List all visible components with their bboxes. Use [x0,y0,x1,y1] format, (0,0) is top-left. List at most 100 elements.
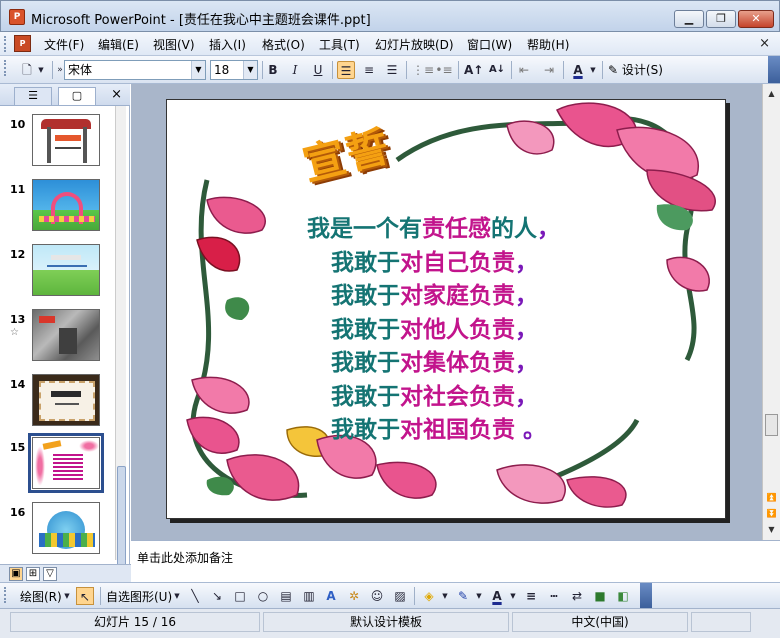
slide-scrollbar-thumb[interactable] [765,414,778,436]
chevron-down-icon[interactable]: ▼ [243,61,257,79]
slide-scrollbar[interactable]: ▲ ⏫ ⏬ ▼ [762,84,780,540]
slide-thumbnail-row[interactable]: 12 [0,244,116,302]
font-color-icon[interactable]: A [488,587,506,605]
panel-scrollbar[interactable] [115,106,126,566]
decrease-font-icon[interactable]: A↓ [488,61,506,79]
normal-view-icon[interactable]: ▣ [9,567,23,581]
dash-style-icon[interactable]: ┅ [545,587,563,605]
new-document-icon[interactable]: 🗋 [18,61,36,79]
clipart-icon[interactable]: ☺ [368,587,386,605]
tab-slides[interactable]: ▢ [58,87,96,105]
underline-button[interactable]: U [309,61,327,79]
scroll-down-icon[interactable]: ▼ [764,522,779,537]
slide-thumbnail-row[interactable]: 10 [0,114,116,172]
line-color-icon[interactable]: ✎ [454,587,472,605]
slide-thumbnail-row[interactable]: 16 [0,502,116,560]
align-left-icon[interactable]: ☰ [337,61,355,79]
line-style-icon[interactable]: ≡ [522,587,540,605]
3d-style-icon[interactable]: ◧ [614,587,632,605]
document-close-icon[interactable]: × [759,36,770,51]
slide-sorter-view-icon[interactable]: ⊞ [26,567,40,581]
draw-menu-button[interactable]: 绘图(R) [20,588,62,605]
font-color-dropdown-icon[interactable]: ▼ [588,61,598,79]
toolbar-grip[interactable] [4,587,7,603]
slide-thumbnail-selected[interactable] [28,433,104,493]
autoshapes-button[interactable]: 自选图形(U) [106,588,172,605]
fill-color-icon[interactable]: ◈ [420,587,438,605]
menu-help[interactable]: 帮助(H) [527,36,569,53]
design-template-status[interactable]: 默认设计模板 [263,612,509,632]
line-tool-icon[interactable]: ╲ [186,587,204,605]
textbox-tool-icon[interactable]: ▤ [277,587,295,605]
menu-view[interactable]: 视图(V) [153,36,195,53]
toolbar-more-icon[interactable]: » [56,61,64,79]
new-dropdown-icon[interactable]: ▼ [36,61,46,79]
menu-file[interactable]: 文件(F) [44,36,84,53]
toolbar-grip[interactable] [4,60,7,76]
font-color-dropdown-icon[interactable]: ▼ [508,587,518,605]
vertical-textbox-icon[interactable]: ▥ [300,587,318,605]
notes-pane[interactable]: 单击此处添加备注 [131,540,780,582]
slide-thumbnail[interactable] [32,374,100,426]
menu-grip[interactable] [4,36,7,52]
font-name-combo[interactable]: 宋体 ▼ [64,60,206,80]
close-button[interactable]: ✕ [738,10,774,28]
panel-close-icon[interactable]: × [111,87,122,102]
notes-placeholder[interactable]: 单击此处添加备注 [137,549,233,566]
panel-scrollbar-thumb[interactable] [117,466,126,566]
increase-indent-icon[interactable]: ⇥ [540,61,558,79]
slide-thumbnail-row[interactable]: 14 [0,374,116,432]
chevron-down-icon[interactable]: ▼ [191,61,205,79]
select-pointer-icon[interactable]: ↖ [76,587,94,605]
minimize-button[interactable]: ▁ [674,10,704,28]
document-icon[interactable]: P [14,35,31,52]
tab-outline[interactable]: ☰ [14,87,52,105]
arrow-tool-icon[interactable]: ↘ [208,587,226,605]
slide-thumbnail[interactable] [32,114,100,166]
slide-thumbnail[interactable] [32,244,100,296]
diagram-icon[interactable]: ✲ [345,587,363,605]
toolbar-options-icon[interactable] [640,583,652,608]
design-button[interactable]: ✎ 设计(S) [608,61,663,78]
fill-dropdown-icon[interactable]: ▼ [440,587,450,605]
increase-font-icon[interactable]: A↑ [464,61,483,79]
menu-tools[interactable]: 工具(T) [319,36,360,53]
menu-slideshow[interactable]: 幻灯片放映(D) [375,36,454,53]
oath-text-box[interactable]: 我是一个有责任感的人， 我敢于对自己负责， 我敢于对家庭负责， 我敢于对他人负责… [307,212,560,447]
rectangle-tool-icon[interactable]: □ [231,587,249,605]
slide-thumbnail-row[interactable]: 15 [0,433,116,495]
slide-thumbnail[interactable] [32,502,100,554]
numbered-list-icon[interactable]: ⋮≡ [412,61,434,79]
slide-thumbnail[interactable] [32,309,100,361]
autoshapes-dropdown-icon[interactable]: ▼ [172,587,182,605]
previous-slide-icon[interactable]: ⏫ [764,490,779,505]
slide-canvas[interactable]: 宣誓 我是一个有责任感的人， 我敢于对自己负责， 我敢于对家庭负责， 我敢于对他… [166,99,726,519]
bold-button[interactable]: B [264,61,282,79]
align-center-icon[interactable]: ≡ [360,61,378,79]
wordart-icon[interactable]: A [322,587,340,605]
toolbar-options-icon[interactable] [768,56,780,83]
draw-dropdown-icon[interactable]: ▼ [62,587,72,605]
maximize-button[interactable]: ❐ [706,10,736,28]
oval-tool-icon[interactable]: ○ [254,587,272,605]
font-color-icon[interactable]: A [569,61,587,79]
arrow-style-icon[interactable]: ⇄ [568,587,586,605]
menu-format[interactable]: 格式(O) [262,36,305,53]
menu-window[interactable]: 窗口(W) [467,36,512,53]
bullet-list-icon[interactable]: •≡ [435,61,453,79]
shadow-style-icon[interactable]: ■ [591,587,609,605]
slide-thumbnail-row[interactable]: 11 [0,179,116,237]
insert-picture-icon[interactable]: ▨ [391,587,409,605]
slide-thumbnail[interactable] [32,179,100,231]
slide-thumbnail-row[interactable]: 13 ☆ [0,309,116,367]
decrease-indent-icon[interactable]: ⇤ [515,61,533,79]
next-slide-icon[interactable]: ⏬ [764,506,779,521]
line-color-dropdown-icon[interactable]: ▼ [474,587,484,605]
align-right-icon[interactable]: ☰ [383,61,401,79]
font-size-combo[interactable]: 18 ▼ [210,60,258,80]
scroll-up-icon[interactable]: ▲ [764,86,779,101]
powerpoint-app-icon[interactable]: P [9,9,25,25]
menu-insert[interactable]: 插入(I) [209,36,246,53]
italic-button[interactable]: I [286,61,304,79]
menu-edit[interactable]: 编辑(E) [98,36,139,53]
